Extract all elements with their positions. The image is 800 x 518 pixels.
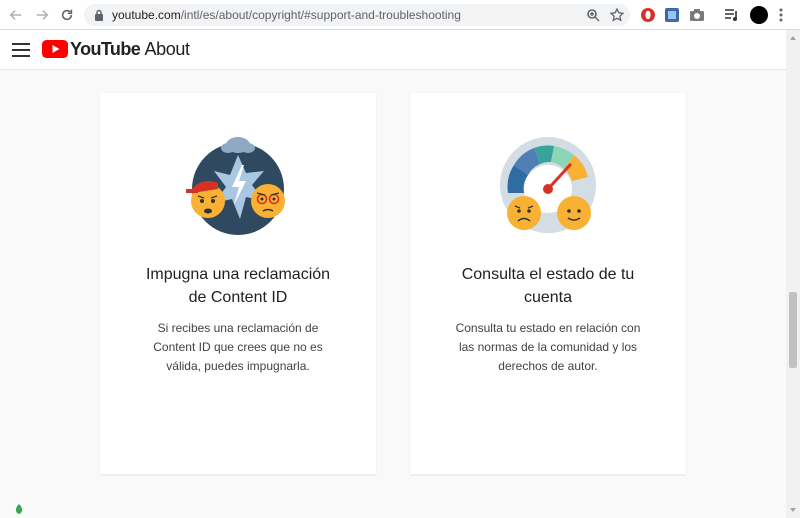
card-title-line: cuenta	[523, 289, 573, 306]
arrow-right-icon	[36, 10, 49, 20]
card-description: Consulta tu estado en relación con las n…	[438, 319, 658, 376]
youtube-logo-icon[interactable]	[42, 40, 68, 58]
url-text[interactable]: youtube.com/intl/es/about/copyright/#sup…	[112, 8, 461, 22]
site-header: YouTube About	[0, 30, 786, 70]
card-title-line: de Content ID	[188, 289, 288, 306]
camera-icon[interactable]	[689, 7, 705, 23]
card-text-line: válida, puedes impugnarla.	[166, 359, 310, 373]
brand-name: YouTube	[70, 39, 141, 59]
card-dispute-claim[interactable]: Impugna una reclamación de Content ID Si…	[100, 93, 376, 474]
dispute-faces-illustration	[186, 137, 285, 235]
card-title: Impugna una reclamación de Content ID	[120, 263, 356, 309]
address-bar[interactable]: youtube.com/intl/es/about/copyright/#sup…	[84, 4, 630, 26]
page-scrollbar[interactable]	[786, 30, 800, 518]
card-description: Si recibes una reclamación de Content ID…	[128, 319, 348, 376]
status-gauge-illustration	[500, 137, 596, 233]
card-title: Consulta el estado de tu cuenta	[430, 263, 666, 309]
reload-button[interactable]	[57, 5, 77, 25]
back-button[interactable]	[6, 5, 26, 25]
scroll-down-arrow-icon[interactable]	[789, 506, 797, 514]
browser-toolbar: youtube.com/intl/es/about/copyright/#sup…	[0, 0, 800, 30]
forward-button[interactable]	[32, 5, 52, 25]
card-title-line: Impugna una reclamación	[145, 266, 331, 283]
menu-icon[interactable]	[12, 43, 30, 57]
zoom-icon[interactable]	[586, 8, 600, 22]
scrollbar-thumb[interactable]	[789, 292, 797, 368]
leaf-status-icon	[15, 504, 23, 514]
card-text-line: Si recibes una reclamación de	[157, 321, 319, 335]
card-text-line: las normas de la comunidad y los	[458, 340, 638, 354]
reload-icon	[61, 9, 73, 21]
card-title-line: Consulta el estado de tu	[461, 266, 635, 283]
lock-icon	[95, 9, 103, 21]
card-text-line: derechos de autor.	[498, 359, 598, 373]
card-text-line: Consulta tu estado en relación con	[455, 321, 641, 335]
scroll-up-arrow-icon[interactable]	[789, 34, 797, 42]
url-host: youtube.com	[112, 8, 181, 22]
brand-wordmark[interactable]: YouTube About	[70, 39, 190, 60]
star-icon[interactable]	[610, 8, 624, 22]
media-playlist-icon[interactable]	[724, 7, 740, 23]
card-text-line: Content ID que crees que no es	[153, 340, 323, 354]
card-account-status[interactable]: Consulta el estado de tu cuenta Consulta…	[410, 93, 686, 474]
url-path: /intl/es/about/copyright/#support-and-tr…	[180, 8, 461, 22]
brand-suffix: About	[144, 39, 190, 59]
arrow-left-icon	[9, 10, 22, 20]
extension-icon[interactable]	[664, 7, 680, 23]
opera-extension-icon[interactable]	[640, 7, 656, 23]
profile-avatar[interactable]	[750, 6, 768, 24]
more-vertical-icon[interactable]	[778, 7, 784, 23]
